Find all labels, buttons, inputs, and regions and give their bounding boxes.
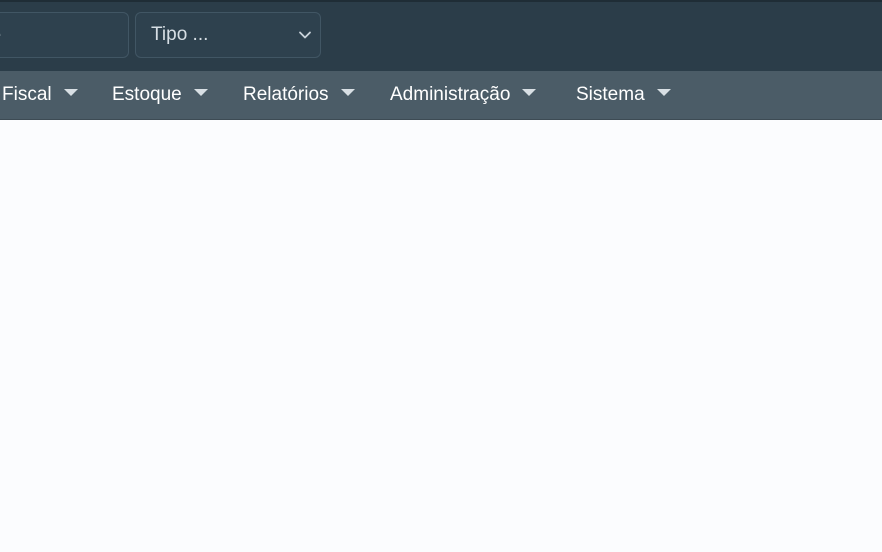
- main-content-area: [0, 120, 882, 552]
- caret-down-icon: [63, 89, 78, 97]
- nav-item-fiscal[interactable]: Fiscal: [2, 71, 78, 120]
- nav-item-estoque[interactable]: Estoque: [112, 71, 208, 120]
- header-top-border: [0, 0, 882, 2]
- nav-item-label: Relatórios: [243, 84, 329, 105]
- nav-item-label: Administração: [390, 84, 511, 105]
- nav-item-label: Fiscal: [2, 84, 52, 105]
- nav-item-label: Estoque: [112, 84, 182, 105]
- top-header-bar: e Tipo ...: [0, 0, 882, 71]
- type-select-value: Tipo ...: [151, 24, 209, 45]
- nav-item-administracao[interactable]: Administração: [390, 71, 537, 120]
- search-input-value: e: [0, 13, 1, 57]
- search-input[interactable]: e: [0, 12, 129, 58]
- nav-item-relatorios[interactable]: Relatórios: [243, 71, 355, 120]
- nav-item-label: Sistema: [576, 84, 645, 105]
- type-select[interactable]: Tipo ...: [135, 12, 321, 58]
- nav-item-sistema[interactable]: Sistema: [576, 71, 671, 120]
- caret-down-icon: [656, 89, 671, 97]
- main-navigation: Fiscal Estoque Relatórios Administração …: [0, 71, 882, 120]
- chevron-down-icon: [299, 31, 311, 39]
- caret-down-icon: [522, 89, 537, 97]
- caret-down-icon: [340, 89, 355, 97]
- caret-down-icon: [193, 89, 208, 97]
